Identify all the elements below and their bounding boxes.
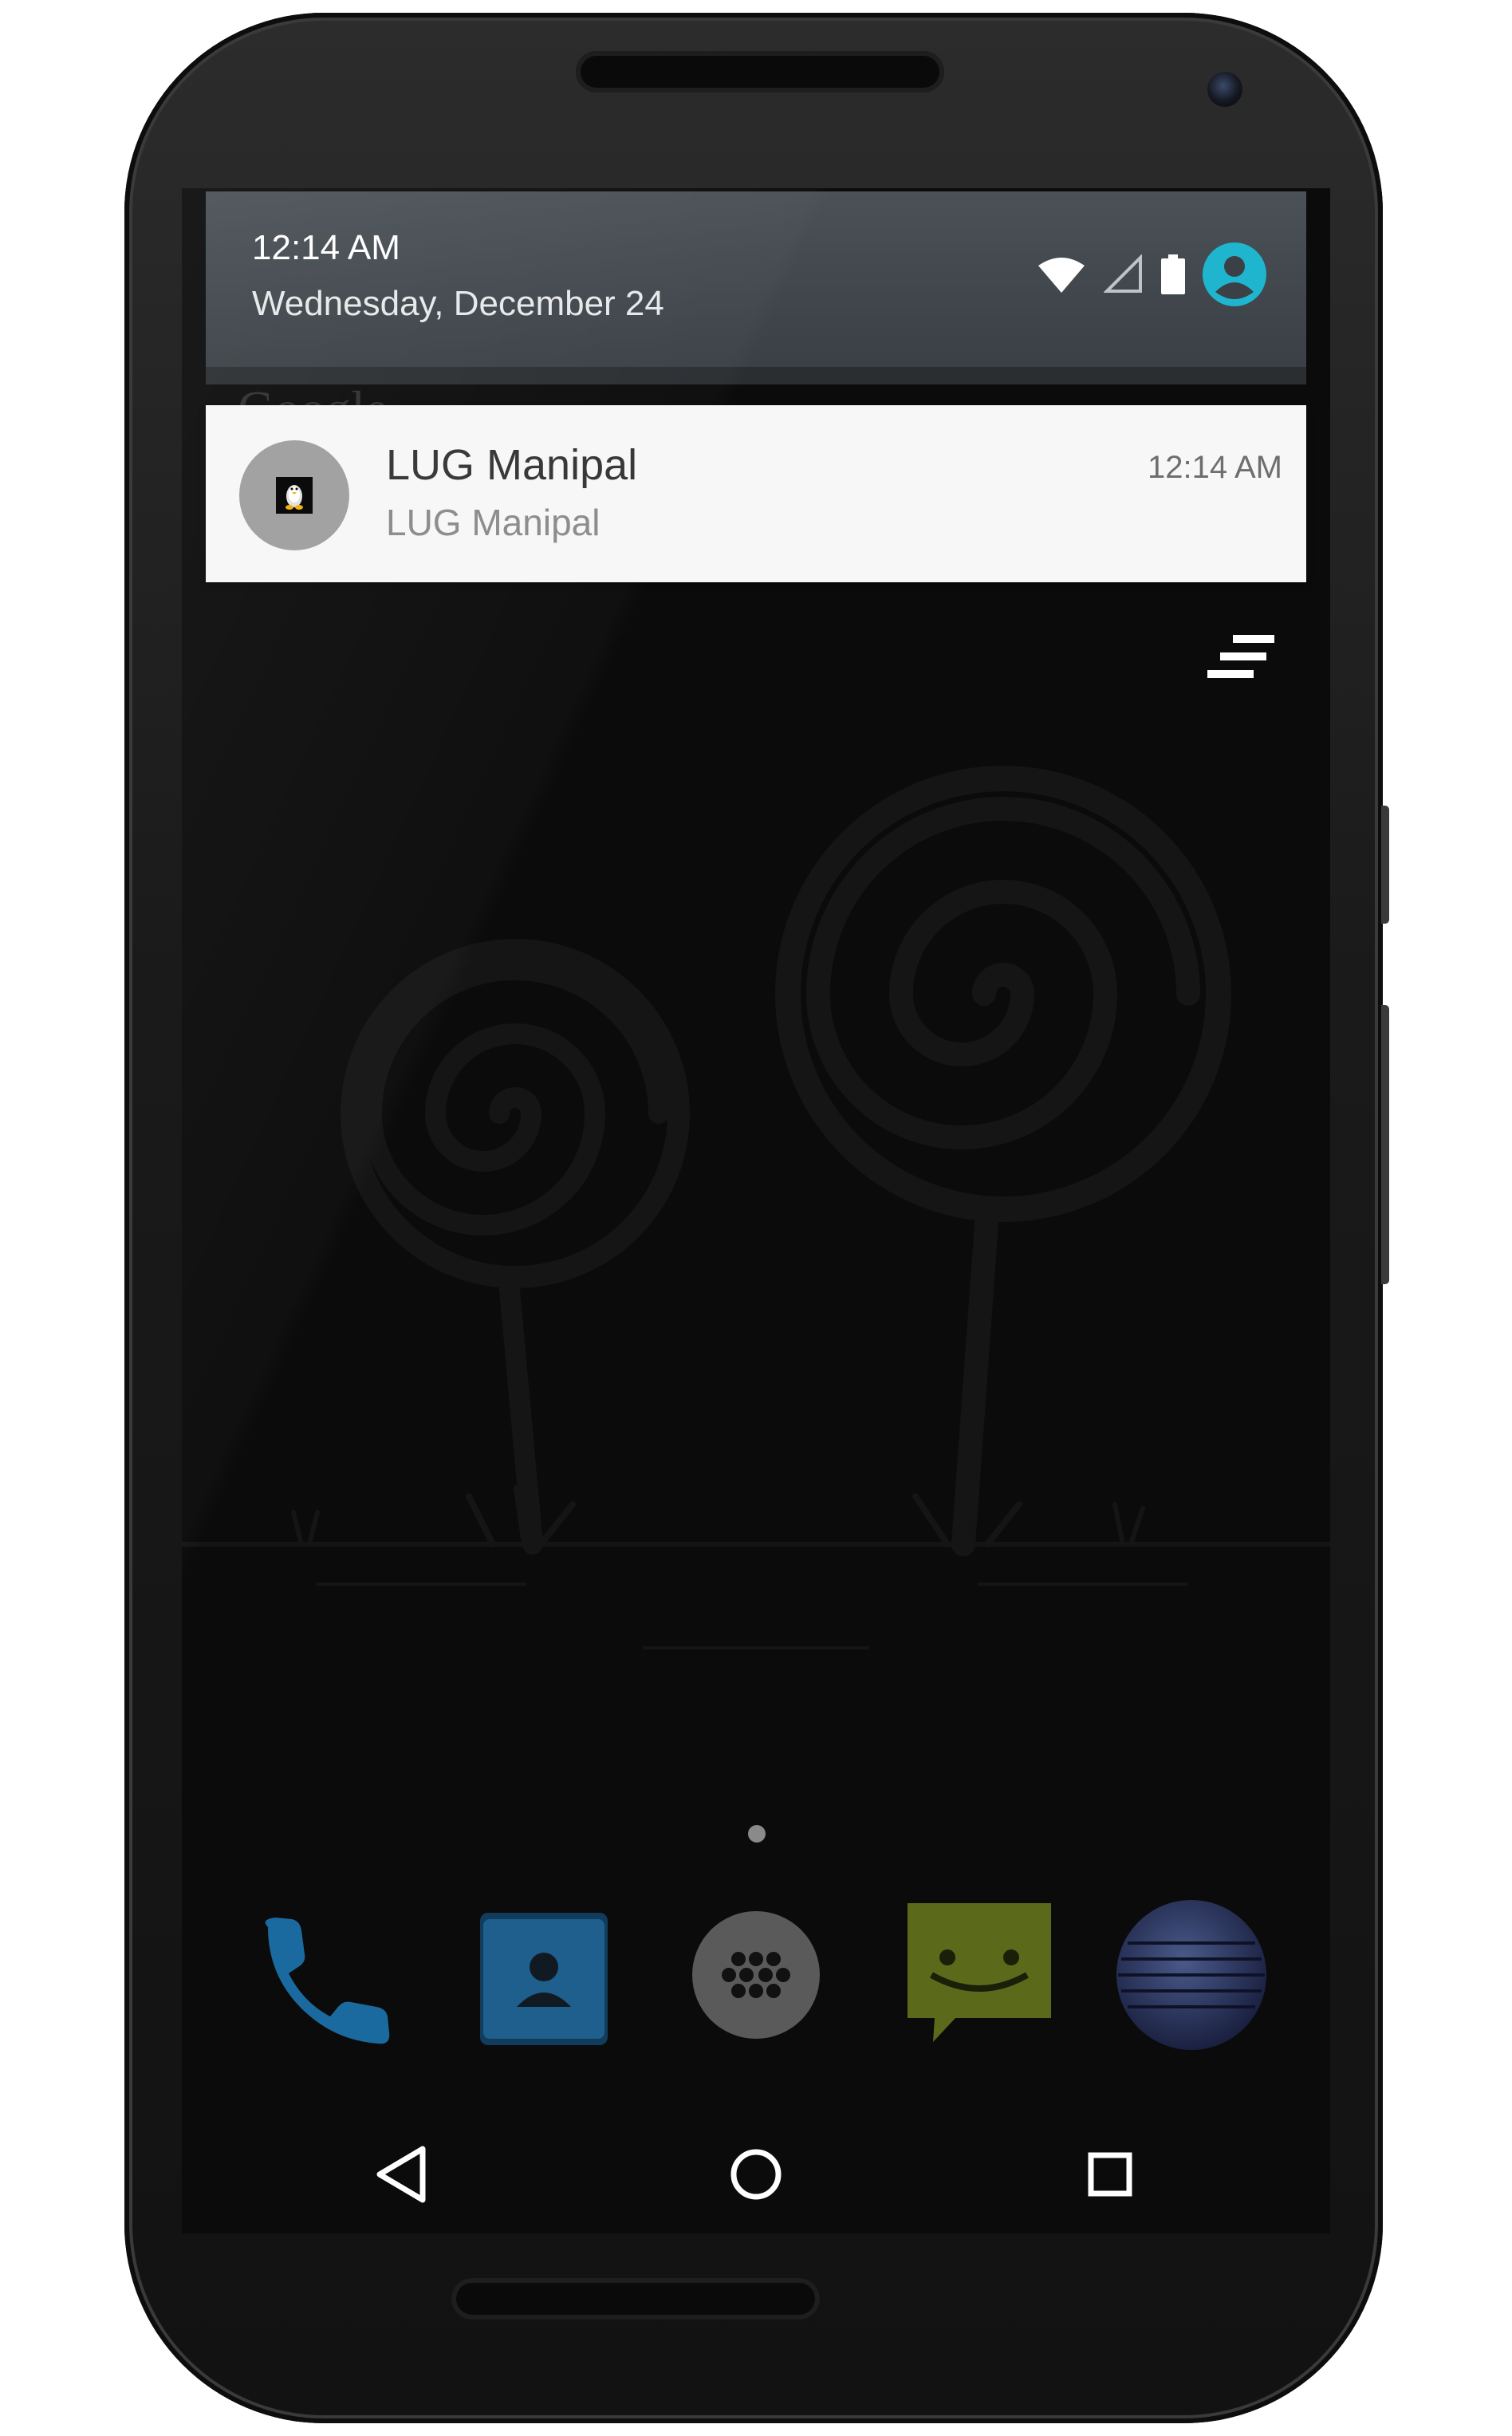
notification-time: 12:14 AM bbox=[1147, 450, 1282, 485]
power-button bbox=[1381, 806, 1389, 924]
messaging-app-icon[interactable] bbox=[900, 1895, 1059, 2055]
front-camera bbox=[1207, 72, 1242, 107]
app-drawer-icon[interactable] bbox=[676, 1895, 836, 2055]
top-speaker-grille bbox=[576, 51, 944, 93]
status-date: Wednesday, December 24 bbox=[252, 284, 664, 323]
clear-all-icon[interactable] bbox=[1206, 635, 1278, 683]
notification-text: LUG Manipal bbox=[386, 502, 600, 543]
volume-button bbox=[1381, 1005, 1389, 1284]
notification-card[interactable]: LUG Manipal LUG Manipal 12:14 AM bbox=[206, 405, 1306, 582]
browser-globe-icon[interactable] bbox=[1112, 1895, 1271, 2055]
home-icon[interactable] bbox=[708, 2127, 804, 2222]
bottom-speaker-grille bbox=[451, 2278, 820, 2320]
user-account-icon[interactable] bbox=[1203, 242, 1266, 306]
phone-screen: Google 12:14 AM Wednesday, December 24 bbox=[182, 188, 1330, 2233]
wifi-icon bbox=[1038, 258, 1085, 293]
status-time: 12:14 AM bbox=[252, 228, 400, 267]
back-icon[interactable] bbox=[354, 2127, 450, 2222]
recents-icon[interactable] bbox=[1062, 2127, 1158, 2222]
cell-signal-icon bbox=[1104, 254, 1142, 293]
contacts-app-icon[interactable] bbox=[463, 1895, 622, 2055]
status-icons bbox=[1037, 242, 1266, 306]
lug-manipal-tux-icon bbox=[276, 477, 313, 514]
notification-app-icon-circle bbox=[239, 440, 349, 550]
quick-status-panel[interactable]: 12:14 AM Wednesday, December 24 bbox=[206, 191, 1306, 384]
battery-icon bbox=[1161, 254, 1185, 294]
notification-title: LUG Manipal bbox=[386, 441, 638, 489]
phone-app-icon[interactable] bbox=[244, 1895, 404, 2055]
page-indicator-dot bbox=[748, 1825, 766, 1843]
